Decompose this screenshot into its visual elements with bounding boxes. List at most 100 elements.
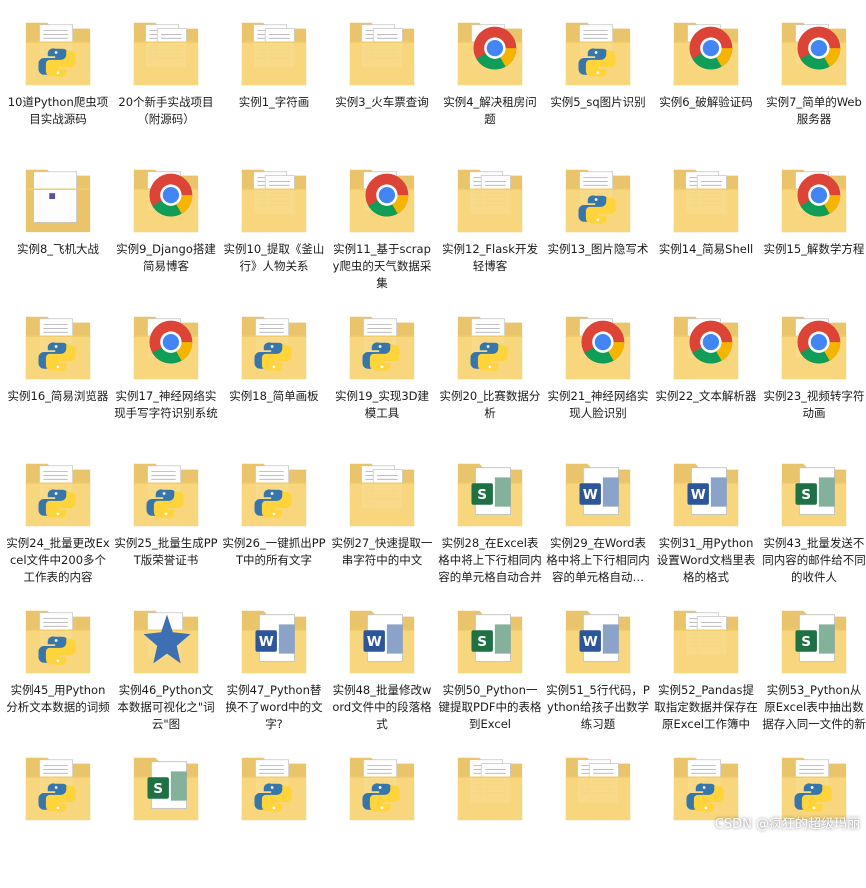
folder-excel-icon: S (776, 453, 852, 533)
folder-item[interactable]: 实例1_字符画 (220, 6, 328, 153)
folder-item[interactable]: 实例18_简单画板 (220, 300, 328, 447)
folder-item[interactable]: 实例7_简单的Web服务器 (760, 6, 866, 153)
folder-label: 实例9_Django搭建简易博客 (116, 242, 216, 273)
folder-item[interactable]: 20个新手实战项目（附源码） (112, 6, 220, 153)
folder-item[interactable] (544, 741, 652, 888)
folder-label: 实例11_基于scrapy爬虫的天气数据采集 (332, 242, 432, 290)
folder-label: 实例22_文本解析器 (655, 389, 757, 403)
folder-chrome-icon (668, 12, 744, 92)
folder-item[interactable]: 实例9_Django搭建简易博客 (112, 153, 220, 300)
folder-item[interactable]: S (112, 741, 220, 888)
folder-label: 实例52_Pandas提取指定数据并保存在原Excel工作簿中 (654, 683, 758, 731)
folder-item[interactable]: 实例17_神经网络实现手写字符识别系统 (112, 300, 220, 447)
folder-item[interactable] (220, 741, 328, 888)
folder-item[interactable]: 实例21_神经网络实现人脸识别 (544, 300, 652, 447)
folder-label: 实例21_神经网络实现人脸识别 (547, 389, 649, 420)
folder-item[interactable]: 实例14_简易Shell (652, 153, 760, 300)
folder-item[interactable]: 实例13_图片隐写术 (544, 153, 652, 300)
folder-label: 实例45_用Python分析文本数据的词频 (6, 683, 110, 714)
folder-item[interactable]: 实例10_提取《釜山行》人物关系 (220, 153, 328, 300)
folder-item[interactable]: 实例27_快速提取一串字符中的中文 (328, 447, 436, 594)
folder-python-icon (20, 453, 96, 533)
folder-label: 实例7_简单的Web服务器 (766, 95, 862, 126)
folder-label: 实例48_批量修改word文件中的段落格式 (332, 683, 432, 731)
folder-item[interactable]: S 实例43_批量发送不同内容的邮件给不同的收件人 (760, 447, 866, 594)
folder-excel-icon: S (128, 747, 204, 827)
svg-text:S: S (153, 781, 163, 797)
folder-item[interactable] (328, 741, 436, 888)
folder-pages-icon (236, 159, 312, 239)
folder-label: 20个新手实战项目（附源码） (118, 95, 214, 126)
folder-item[interactable]: 实例6_破解验证码 (652, 6, 760, 153)
folder-label: 实例1_字符画 (238, 95, 310, 109)
folder-python-icon (236, 453, 312, 533)
svg-text:S: S (477, 487, 487, 503)
folder-item[interactable]: 实例12_Flask开发轻博客 (436, 153, 544, 300)
folder-pages-icon (452, 159, 528, 239)
folder-item[interactable]: W 实例29_在Word表格中将上下行相同内容的单元格自动… (544, 447, 652, 594)
folder-item[interactable]: S 实例28_在Excel表格中将上下行相同内容的单元格自动合并 (436, 447, 544, 594)
folder-chrome-icon (128, 159, 204, 239)
folder-item[interactable]: W 实例48_批量修改word文件中的段落格式 (328, 594, 436, 741)
folder-item[interactable]: S 实例50_Python一键提取PDF中的表格到Excel (436, 594, 544, 741)
folder-item[interactable]: 实例20_比赛数据分析 (436, 300, 544, 447)
folder-pages-icon (344, 12, 420, 92)
folder-item[interactable] (4, 741, 112, 888)
folder-chrome-icon (344, 159, 420, 239)
folder-python-icon (560, 159, 636, 239)
folder-label: 实例10_提取《釜山行》人物关系 (223, 242, 325, 273)
folder-label: 实例25_批量生成PPT版荣誉证书 (114, 536, 218, 567)
folder-label: 实例26_一键抓出PPT中的所有文字 (222, 536, 326, 567)
folder-item[interactable]: 实例11_基于scrapy爬虫的天气数据采集 (328, 153, 436, 300)
folder-item[interactable]: W 实例31_用Python设置Word文档里表格的格式 (652, 447, 760, 594)
folder-item[interactable]: 实例22_文本解析器 (652, 300, 760, 447)
folder-pages-icon (668, 600, 744, 680)
folder-item[interactable]: 实例19_实现3D建模工具 (328, 300, 436, 447)
folder-label: 实例47_Python替换不了word中的文字? (225, 683, 323, 731)
folder-excel-icon: S (452, 600, 528, 680)
folder-label: 10道Python爬虫项目实战源码 (7, 95, 109, 126)
folder-item[interactable]: 实例23_视频转字符动画 (760, 300, 866, 447)
folder-item[interactable]: 实例25_批量生成PPT版荣誉证书 (112, 447, 220, 594)
folder-chrome-icon (776, 306, 852, 386)
folder-excel-icon: S (776, 600, 852, 680)
folder-label: 实例24_批量更改Excel文件中200多个工作表的内容 (6, 536, 110, 584)
folder-item[interactable]: 实例24_批量更改Excel文件中200多个工作表的内容 (4, 447, 112, 594)
svg-text:S: S (477, 634, 487, 650)
folder-item[interactable]: 实例16_简易浏览器 (4, 300, 112, 447)
folder-label: 实例5_sq图片识别 (550, 95, 646, 109)
folder-label: 实例28_在Excel表格中将上下行相同内容的单元格自动合并 (438, 536, 542, 584)
folder-label: 实例18_简单画板 (229, 389, 319, 403)
folder-item[interactable]: 实例5_sq图片识别 (544, 6, 652, 153)
svg-text:W: W (583, 634, 598, 650)
folder-blank-icon (20, 159, 96, 239)
svg-text:S: S (801, 487, 811, 503)
folder-python-icon (128, 453, 204, 533)
folder-word-icon: W (560, 453, 636, 533)
folder-python-icon (452, 306, 528, 386)
folder-item[interactable]: 实例46_Python文本数据可视化之"词云"图 (112, 594, 220, 741)
folder-item[interactable]: W 实例47_Python替换不了word中的文字? (220, 594, 328, 741)
folder-item[interactable]: W 实例51_5行代码，Python给孩子出数学练习题 (544, 594, 652, 741)
folder-item[interactable]: 实例8_飞机大战 (4, 153, 112, 300)
folder-item[interactable]: 实例4_解决租房问题 (436, 6, 544, 153)
folder-label: 实例16_简易浏览器 (7, 389, 109, 403)
folder-label: 实例43_批量发送不同内容的邮件给不同的收件人 (762, 536, 866, 584)
svg-text:S: S (801, 634, 811, 650)
folder-item[interactable]: S 实例53_Python从原Excel表中抽出数据存入同一文件的新的… (760, 594, 866, 741)
folder-word-icon: W (344, 600, 420, 680)
folder-excel-icon: S (452, 453, 528, 533)
folder-pages-icon (560, 747, 636, 827)
folder-label: 实例31_用Python设置Word文档里表格的格式 (656, 536, 756, 584)
folder-pages-icon (668, 159, 744, 239)
folder-python-icon (20, 12, 96, 92)
folder-item[interactable]: 实例26_一键抓出PPT中的所有文字 (220, 447, 328, 594)
folder-item[interactable]: 实例52_Pandas提取指定数据并保存在原Excel工作簿中 (652, 594, 760, 741)
folder-item[interactable]: 实例3_火车票查询 (328, 6, 436, 153)
folder-item[interactable]: 实例15_解数学方程 (760, 153, 866, 300)
folder-item[interactable] (436, 741, 544, 888)
folder-item[interactable]: 10道Python爬虫项目实战源码 (4, 6, 112, 153)
folder-python-icon (20, 306, 96, 386)
folder-item[interactable]: 实例45_用Python分析文本数据的词频 (4, 594, 112, 741)
folder-python-icon (236, 306, 312, 386)
